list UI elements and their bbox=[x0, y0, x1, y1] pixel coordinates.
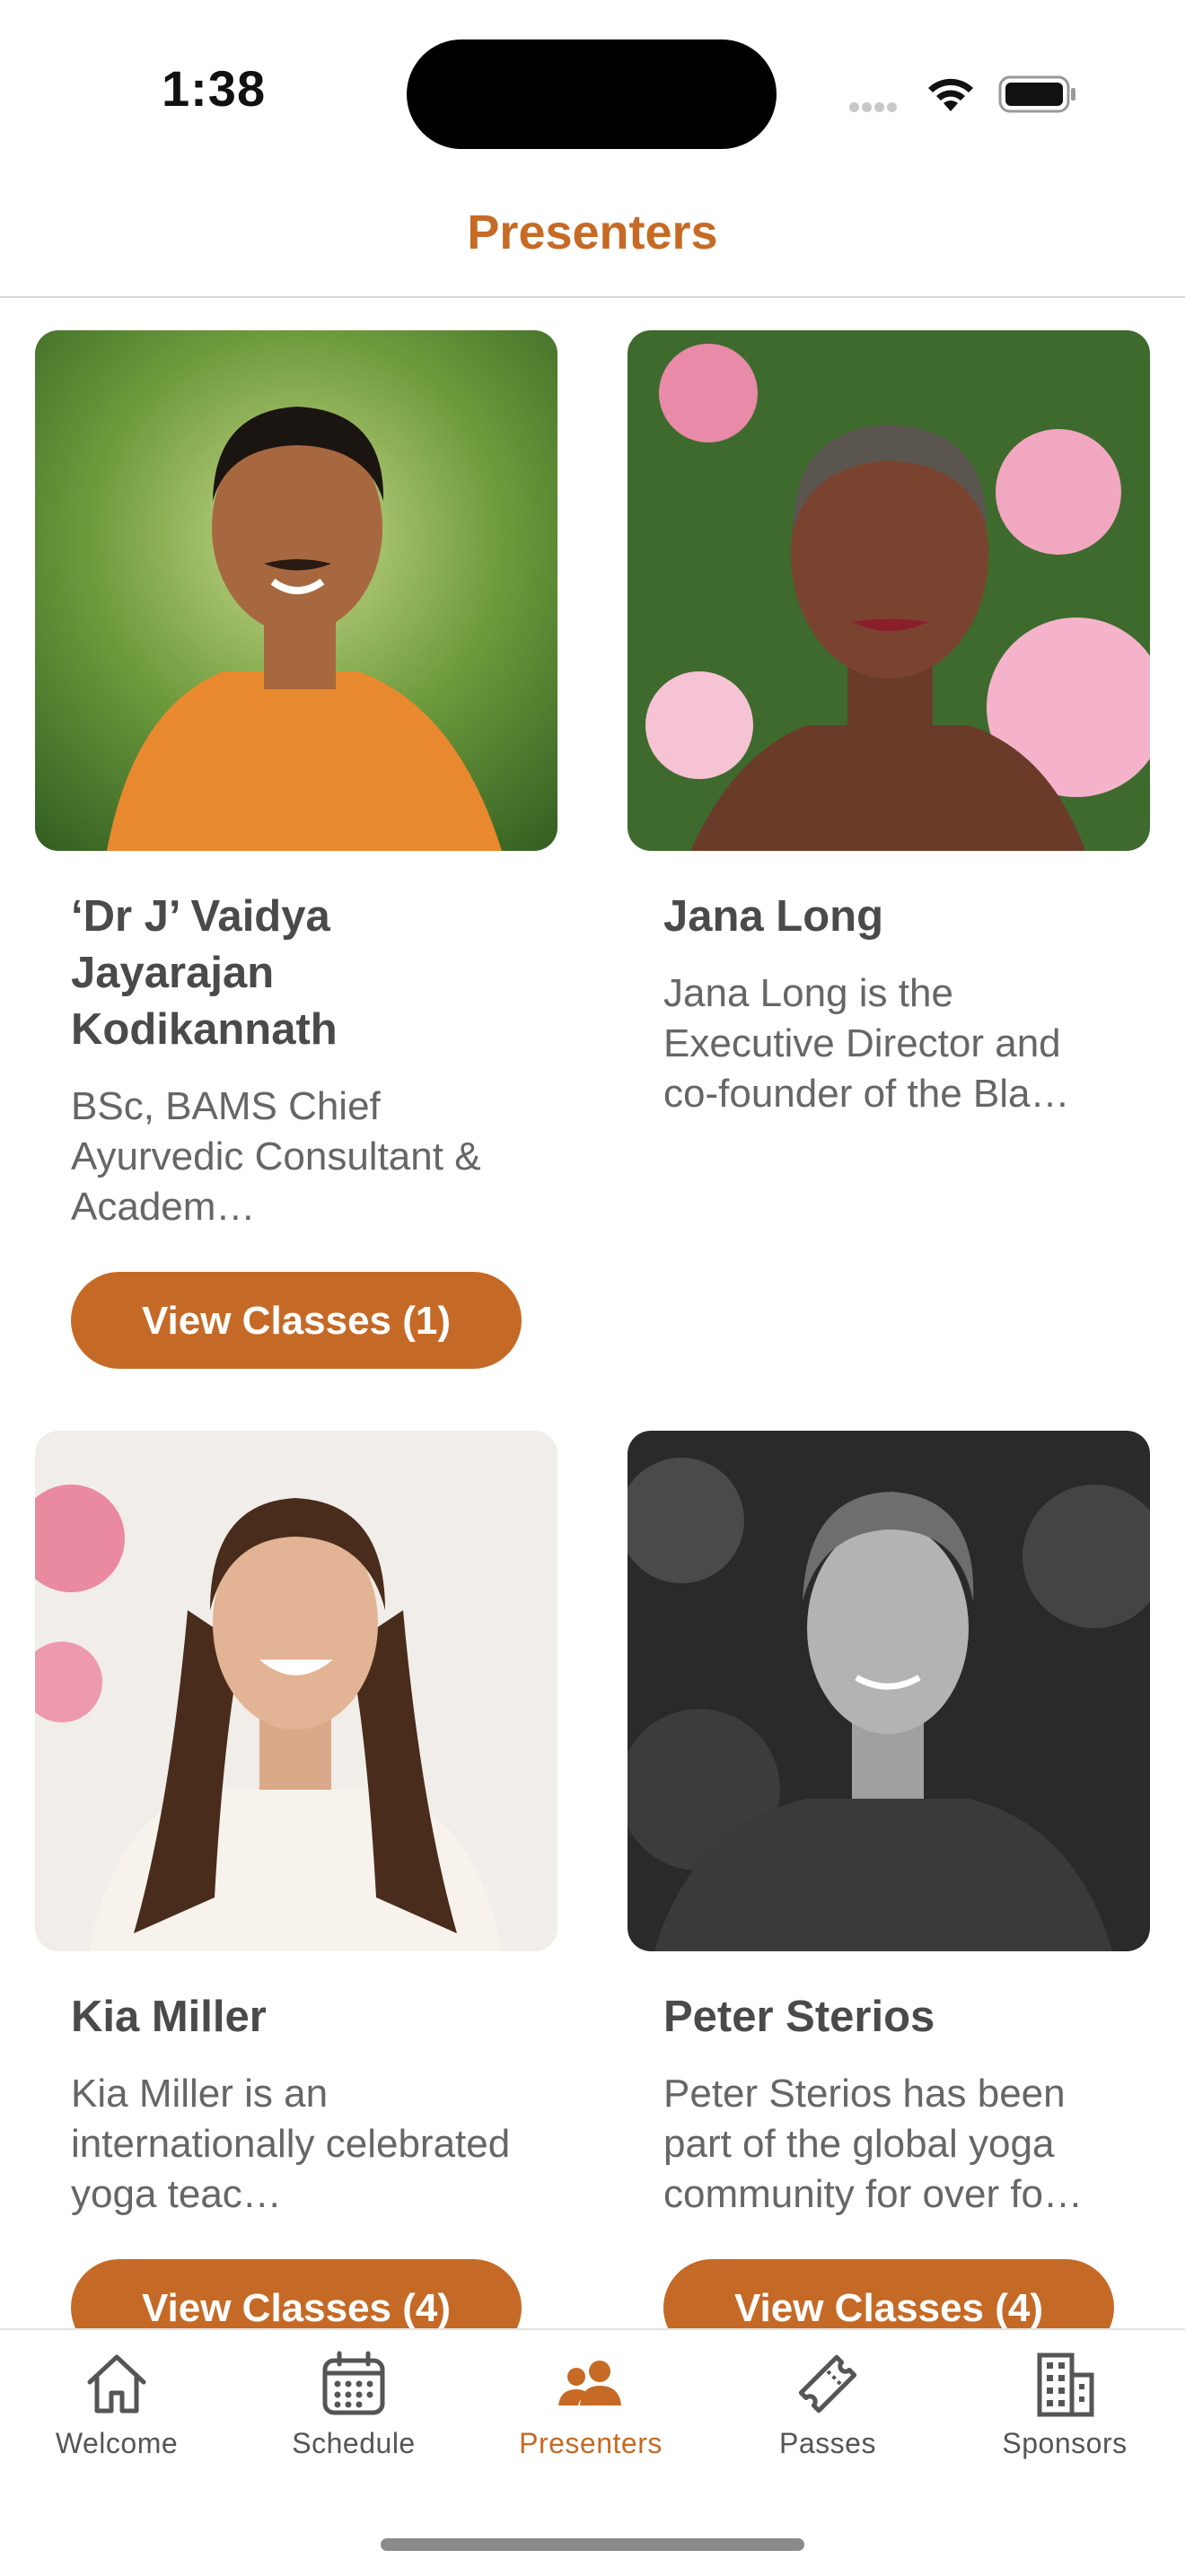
presenter-card[interactable]: Peter Sterios Peter Sterios has been par… bbox=[628, 1431, 1150, 2356]
building-icon bbox=[1037, 2353, 1094, 2417]
presenter-photo[interactable] bbox=[35, 330, 557, 851]
presenter-bio: BSc, BAMS Chief Ayurvedic Consultant & A… bbox=[71, 1084, 481, 1229]
navigation-bar: Presenters bbox=[0, 180, 1185, 298]
dynamic-island bbox=[407, 39, 777, 149]
ticket-icon bbox=[798, 2354, 857, 2414]
presenter-name: ‘Dr J’ Vaidya Jayarajan Kodikannath bbox=[71, 892, 338, 1054]
tab-presenters[interactable]: Presenters bbox=[492, 2350, 689, 2460]
tab-label: Presenters bbox=[519, 2427, 663, 2459]
status-time: 1:38 bbox=[162, 60, 267, 117]
home-indicator bbox=[381, 2538, 804, 2551]
tab-welcome[interactable]: Welcome bbox=[18, 2350, 215, 2460]
presenter-name: Jana Long bbox=[663, 892, 884, 941]
tab-sponsors[interactable]: Sponsors bbox=[966, 2350, 1163, 2460]
house-icon bbox=[87, 2354, 146, 2414]
presenter-photo[interactable] bbox=[628, 1431, 1150, 1951]
tab-schedule[interactable]: Schedule bbox=[255, 2350, 452, 2460]
tab-label: Passes bbox=[779, 2427, 876, 2459]
presenter-card[interactable]: ‘Dr J’ Vaidya Jayarajan Kodikannath BSc,… bbox=[35, 330, 557, 1369]
presenter-card[interactable]: Kia Miller Kia Miller is an internationa… bbox=[35, 1431, 557, 2356]
tab-label: Welcome bbox=[55, 2427, 179, 2459]
calendar-icon bbox=[322, 2351, 385, 2415]
wifi-icon bbox=[928, 78, 973, 111]
presenter-name: Kia Miller bbox=[71, 1993, 267, 2041]
presenter-name: Peter Sterios bbox=[663, 1993, 935, 2041]
presenter-bio: Jana Long is the Executive Director and … bbox=[663, 971, 1070, 1116]
tab-label: Schedule bbox=[292, 2427, 416, 2459]
view-classes-button[interactable]: View Classes (1) bbox=[71, 1272, 522, 1369]
presenter-photo[interactable] bbox=[35, 1431, 557, 1951]
status-bar: 1:38 bbox=[0, 0, 1185, 180]
presenter-bio: Kia Miller is an internationally celebra… bbox=[71, 2072, 511, 2216]
people-icon bbox=[558, 2361, 621, 2405]
presenter-photo[interactable] bbox=[628, 330, 1150, 851]
tab-passes[interactable]: Passes bbox=[729, 2350, 926, 2460]
presenter-card[interactable]: Jana Long Jana Long is the Executive Dir… bbox=[628, 330, 1150, 1119]
presenter-bio: Peter Sterios has been part of the globa… bbox=[663, 2072, 1084, 2216]
tab-label: Sponsors bbox=[1002, 2427, 1128, 2459]
cellular-signal-icon bbox=[849, 101, 900, 117]
battery-icon bbox=[998, 75, 1075, 113]
page-title: Presenters bbox=[467, 206, 718, 259]
